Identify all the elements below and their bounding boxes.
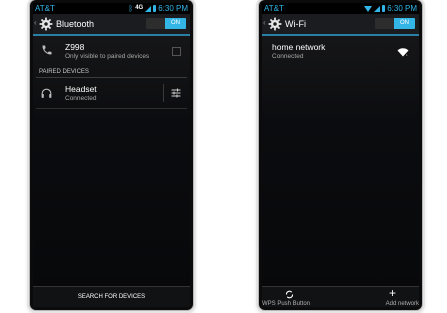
network-badge: 4G — [135, 5, 144, 11]
toggle-on-label: ON — [165, 18, 186, 29]
carrier-label: AT&T — [264, 4, 284, 13]
back-chevron-icon[interactable]: ‹ — [34, 18, 37, 27]
wps-icon — [285, 290, 294, 299]
wifi-icon: × — [397, 48, 409, 57]
toggle-on-label: ON — [394, 18, 415, 29]
settings-sliders-icon[interactable] — [170, 87, 182, 99]
status-icons: ᛒ 4G 6:30 PM — [128, 3, 188, 14]
bottom-bar: WPS Push Button + Add network — [262, 286, 419, 307]
divider — [36, 108, 187, 109]
search-for-devices-button[interactable]: SEARCH FOR DEVICES — [33, 287, 190, 307]
paired-device-name: Headset — [65, 84, 97, 94]
battery-icon — [153, 5, 157, 12]
gear-icon[interactable] — [39, 17, 53, 31]
battery-icon — [382, 5, 386, 12]
gear-icon[interactable] — [268, 17, 282, 31]
status-icons: 6:30 PM — [364, 3, 417, 14]
device-visibility-text: Only visible to paired devices — [65, 53, 150, 60]
action-bar: ‹ Wi-Fi ON — [262, 14, 419, 36]
add-network-button[interactable]: + Add network — [349, 286, 419, 307]
visibility-checkbox[interactable] — [172, 47, 181, 56]
add-icon: + — [388, 286, 396, 300]
status-bar: AT&T 6:30 PM — [262, 3, 419, 14]
device-name: Z998 — [65, 42, 85, 52]
wifi-status-icon — [364, 5, 373, 12]
bottom-bar: SEARCH FOR DEVICES — [33, 286, 190, 307]
page-title: Wi-Fi — [285, 19, 306, 29]
wps-push-button[interactable]: WPS Push Button — [262, 287, 332, 307]
paired-devices-header: PAIRED DEVICES — [36, 66, 187, 78]
paired-device-row[interactable]: Headset Connected — [33, 78, 190, 108]
network-name: home network — [272, 42, 326, 52]
headset-icon — [41, 88, 52, 98]
add-network-label: Add network — [385, 301, 419, 307]
network-status: Connected — [272, 53, 304, 60]
bluetooth-toggle[interactable]: ON — [146, 18, 186, 29]
phone-wifi: AT&T 6:30 PM ‹ Wi-Fi ON home network Con… — [259, 0, 422, 310]
signal-icon — [145, 5, 152, 12]
svg-text:×: × — [406, 53, 408, 57]
phone-icon — [42, 45, 52, 55]
carrier-label: AT&T — [35, 4, 55, 13]
separator — [163, 84, 164, 102]
device-visibility-row[interactable]: Z998 Only visible to paired devices — [33, 36, 190, 66]
clock: 6:30 PM — [158, 4, 188, 13]
wps-label: WPS Push Button — [262, 301, 311, 307]
bluetooth-status-icon: ᛒ — [128, 4, 134, 13]
bluetooth-screen: AT&T ᛒ 4G 6:30 PM ‹ Bluetooth ON Z998 On… — [33, 3, 190, 307]
network-row[interactable]: home network Connected × — [262, 36, 419, 68]
paired-device-status: Connected — [65, 95, 97, 102]
back-chevron-icon[interactable]: ‹ — [263, 18, 266, 27]
action-bar: ‹ Bluetooth ON — [33, 14, 190, 36]
signal-icon — [374, 5, 381, 12]
status-bar: AT&T ᛒ 4G 6:30 PM — [33, 3, 190, 14]
clock: 6:30 PM — [387, 4, 417, 13]
phone-bluetooth: AT&T ᛒ 4G 6:30 PM ‹ Bluetooth ON Z998 On… — [30, 0, 193, 310]
wifi-toggle[interactable]: ON — [375, 18, 415, 29]
page-title: Bluetooth — [56, 19, 95, 29]
wifi-screen: AT&T 6:30 PM ‹ Wi-Fi ON home network Con… — [262, 3, 419, 307]
